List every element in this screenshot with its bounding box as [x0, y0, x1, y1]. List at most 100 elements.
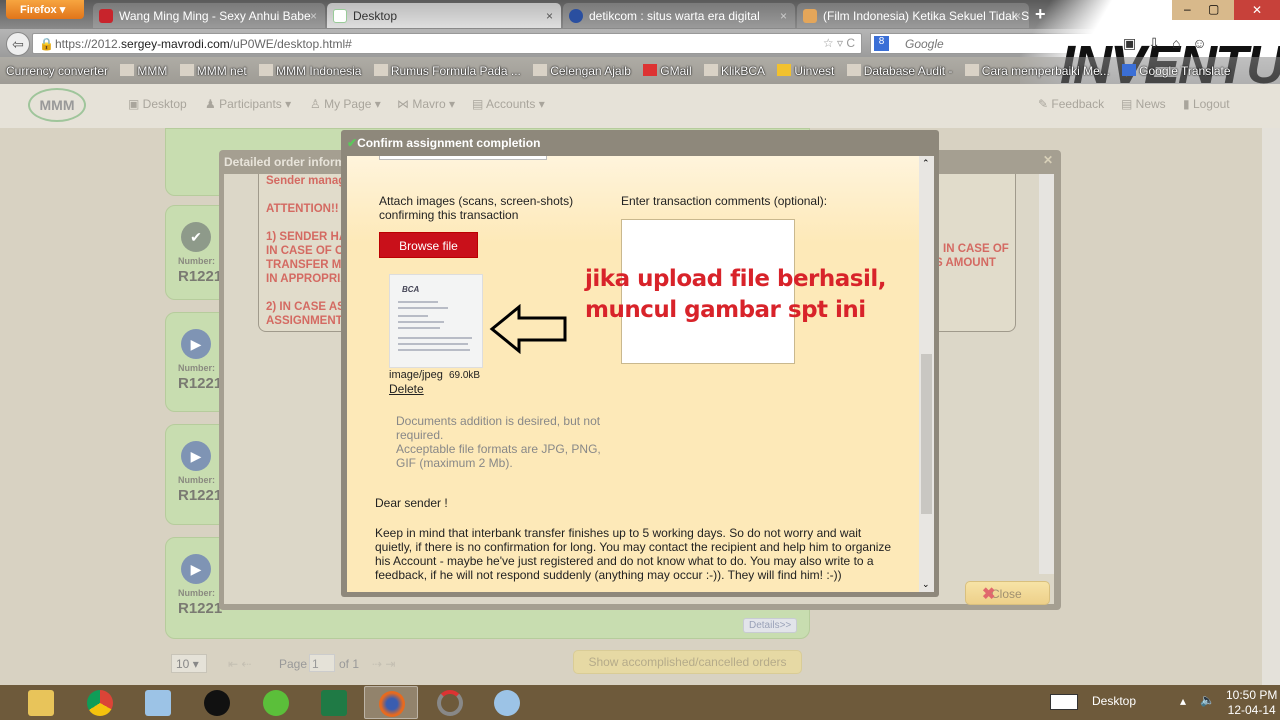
gmail-icon [643, 64, 658, 76]
keyboard-icon[interactable] [1050, 694, 1078, 710]
taskbar-excel[interactable] [307, 686, 361, 719]
bookmark-item[interactable]: Uinvest [777, 64, 834, 78]
comments-label: Enter transaction comments (optional): [621, 194, 828, 208]
site-header: MMM ▣ Desktop ♟ Participants ▾ ♙ My Page… [0, 84, 1280, 128]
attach-label: Attach images (scans, screen-shots) conf… [379, 194, 574, 222]
close-window-button[interactable]: ✕ [1234, 0, 1280, 20]
bookmark-item[interactable]: KlikBCA [703, 64, 765, 78]
previous-field [379, 156, 547, 160]
dialog-scrollbar[interactable] [1039, 174, 1054, 574]
nav-participants[interactable]: ♟ Participants ▾ [205, 97, 291, 111]
play-icon: ▶ [181, 329, 211, 359]
chrome-icon [87, 690, 113, 716]
delete-link[interactable]: Delete [389, 382, 424, 396]
bookmark-item[interactable]: Database Audit - [846, 64, 952, 78]
confirm-dialog-body: Attach images (scans, screen-shots) conf… [347, 156, 919, 592]
info-message: Keep in mind that interbank transfer fin… [375, 526, 892, 582]
checkmark-icon: ✔ [181, 222, 211, 252]
bookmark-item[interactable]: MMM net [179, 64, 247, 78]
mmm-logo[interactable]: MMM [28, 88, 86, 122]
maximize-button[interactable]: ▢ [1208, 2, 1219, 16]
play-icon: ▶ [181, 441, 211, 471]
file-info: image/jpeg 69.0kB [389, 369, 481, 381]
bookmark-item[interactable]: Rumus Formula Pada ... [373, 64, 521, 78]
bookmark-icon [533, 64, 548, 76]
bookmark-icon [703, 64, 718, 76]
taskbar-app[interactable] [190, 686, 244, 719]
bookmark-item[interactable]: Celengan Ajaib [533, 64, 631, 78]
minimize-button[interactable]: – [1184, 2, 1191, 16]
scroll-thumb[interactable] [921, 354, 932, 514]
url-bar[interactable]: 🔒 https://2012.sergey-mavrodi.com/uP0WE/d… [32, 33, 862, 54]
nav-my-page[interactable]: ♙ My Page ▾ [310, 97, 381, 111]
play-icon: ▶ [181, 554, 211, 584]
taskbar-app[interactable] [423, 686, 477, 719]
pager-first-prev[interactable]: ⇤ ⇠ [228, 657, 251, 671]
excel-icon [321, 690, 347, 716]
taskbar-app[interactable] [249, 686, 303, 719]
bookmark-item[interactable]: MMM Indonesia [259, 64, 361, 78]
tab-film-indonesia[interactable]: (Film Indonesia) Ketika Sekuel Tidak S..… [797, 3, 1029, 28]
paint-icon [494, 690, 520, 716]
page-size-select[interactable]: 10 ▾ [171, 654, 207, 673]
close-tab-icon[interactable]: × [310, 9, 317, 23]
upload-notes: Documents addition is desired, but not r… [396, 414, 601, 470]
confirm-assignment-dialog: ✔Confirm assignment completion Attach im… [341, 130, 939, 597]
bookmark-item[interactable]: MMM [120, 64, 167, 78]
bookmark-item[interactable]: GMail [643, 64, 692, 78]
show-accomplished-button[interactable]: Show accomplished/cancelled orders [573, 650, 802, 674]
nav-desktop[interactable]: ▣ Desktop [128, 97, 187, 111]
clock[interactable]: 10:50 PM 12-04-14 [1226, 688, 1277, 718]
pager-next-last[interactable]: ⇢ ⇥ [372, 657, 395, 671]
page-label: Page [279, 657, 308, 671]
close-tab-icon[interactable]: × [546, 9, 553, 23]
windows-taskbar: Desktop ▴ 🔈 10:50 PM 12-04-14 [0, 685, 1280, 720]
nav-mavro[interactable]: ⋈ Mavro ▾ [397, 97, 455, 111]
nav-news[interactable]: ▤ News [1121, 97, 1166, 111]
details-button[interactable]: Details>> [743, 618, 798, 633]
annotation-text: jika upload file berhasil, muncul gambar … [585, 266, 886, 323]
taskbar-explorer[interactable] [14, 686, 68, 719]
tab-desktop[interactable]: Desktop × [327, 3, 561, 28]
bookmarks-bar: Currency converter MMM MMM net MMM Indon… [0, 57, 1280, 84]
uploaded-image-thumbnail[interactable]: BCA [389, 274, 483, 368]
bookmark-item[interactable]: Currency converter [6, 64, 108, 78]
taskbar-chrome[interactable] [73, 686, 127, 719]
firefox-icon [379, 691, 405, 717]
close-button[interactable]: ✖ Close [965, 581, 1050, 605]
dialog-scrollbar[interactable]: ⌃ ⌄ [919, 156, 934, 592]
browse-file-button[interactable]: Browse file [379, 232, 478, 258]
firefox-menu-button[interactable]: Firefox ▾ [6, 0, 84, 19]
close-icon[interactable]: ✕ [1043, 153, 1053, 167]
show-hidden-icons[interactable]: ▴ [1180, 694, 1186, 708]
folder-icon [28, 690, 54, 716]
page-input[interactable]: 1 [309, 654, 335, 672]
dialog-title: ✔Confirm assignment completion [347, 136, 541, 150]
bookmark-item[interactable]: Google Translate [1122, 64, 1231, 78]
nav-feedback[interactable]: ✎ Feedback [1038, 97, 1104, 111]
favicon-icon [99, 9, 113, 23]
volume-icon[interactable]: 🔈 [1200, 693, 1215, 707]
toolbar-icons[interactable]: ▣⇩⌂☺ [1123, 35, 1219, 52]
back-button[interactable]: ⇦ [6, 32, 30, 56]
tab-detikcom[interactable]: detikcom : situs warta era digital × [563, 3, 795, 28]
bookmark-item[interactable]: Cara memperbaiki Me... [964, 64, 1110, 78]
nav-logout[interactable]: ▮ Logout [1183, 97, 1230, 111]
bookmark-icon [964, 64, 979, 76]
taskbar-firefox[interactable] [364, 686, 418, 719]
taskbar-calculator[interactable] [131, 686, 185, 719]
nav-accounts[interactable]: ▤ Accounts ▾ [472, 97, 545, 111]
taskbar-paint[interactable] [480, 686, 534, 719]
system-tray: Desktop ▴ 🔈 10:50 PM 12-04-14 [1040, 685, 1280, 720]
bookmark-icon [846, 64, 861, 76]
page-count: of 1 [339, 657, 360, 671]
close-tab-icon[interactable]: × [780, 9, 787, 23]
recorder-icon [437, 690, 463, 716]
scroll-down-icon[interactable]: ⌄ [922, 579, 930, 590]
tab-wang-ming[interactable]: Wang Ming Ming - Sexy Anhui Babe × [93, 3, 325, 28]
bookmark-star-icon[interactable]: ☆ ▿ C [823, 36, 855, 50]
greeting: Dear sender ! [375, 496, 448, 510]
page-scrollbar[interactable] [1262, 128, 1280, 685]
desktop-toolbar[interactable]: Desktop [1092, 694, 1136, 708]
scroll-up-icon[interactable]: ⌃ [922, 158, 930, 169]
